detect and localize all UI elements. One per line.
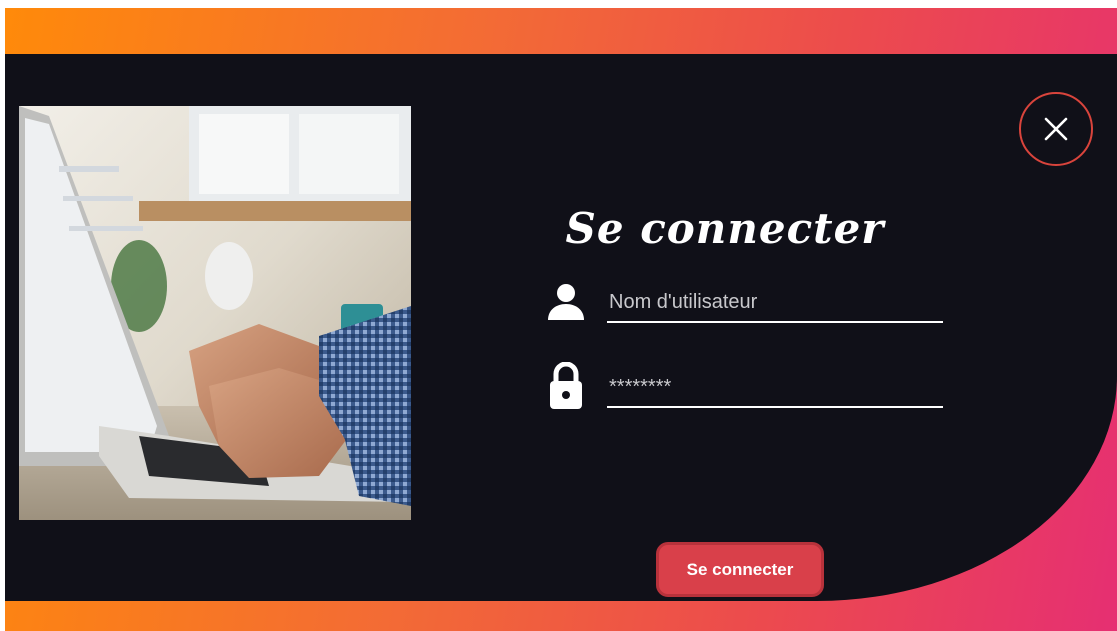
login-button[interactable]: Se connecter <box>656 542 824 597</box>
login-modal: Se connecter Se connecter <box>5 8 1117 631</box>
close-button[interactable] <box>1019 92 1093 166</box>
username-input[interactable] <box>607 283 943 323</box>
lock-icon <box>550 362 582 409</box>
login-panel: Se connecter Se connecter <box>5 54 1117 601</box>
password-input[interactable] <box>607 368 943 408</box>
user-icon <box>548 284 584 320</box>
laptop-photo <box>19 106 411 520</box>
login-title: Se connecter <box>565 204 885 253</box>
close-icon <box>1044 117 1068 141</box>
